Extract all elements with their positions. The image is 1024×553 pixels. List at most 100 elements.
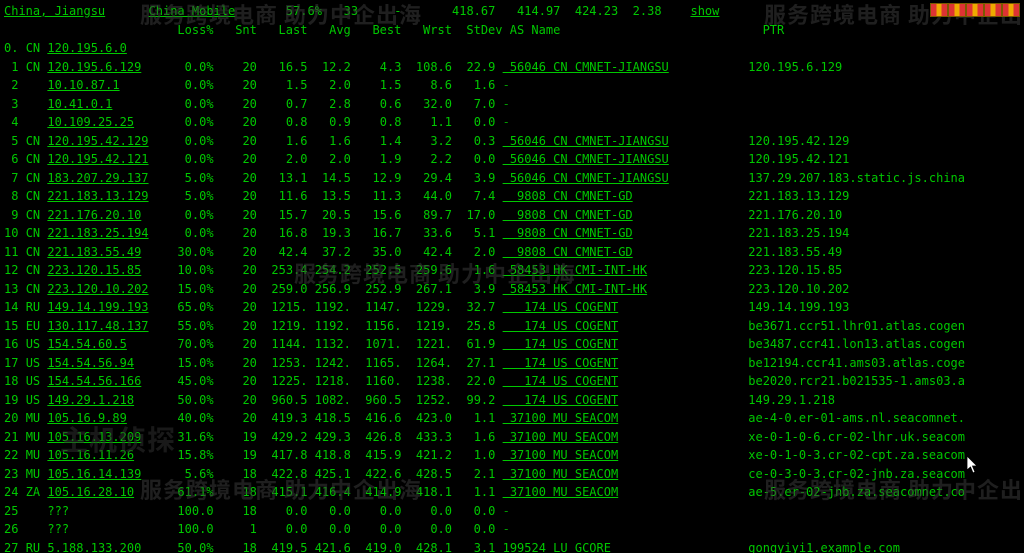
hop-snt: 20 xyxy=(214,337,257,351)
table-row: 17 US 154.54.56.94 15.0% 20 1253. 1242. … xyxy=(4,354,1020,373)
hop-country: MU xyxy=(26,467,48,481)
hop-country: CN xyxy=(26,60,48,74)
hop-country xyxy=(26,97,48,111)
hop-ptr: xe-0-1-0-3.cr-02-cpt.za.seacom xyxy=(748,448,965,462)
hop-stdev: 0.0 xyxy=(452,522,495,536)
hop-loss: 70.0% xyxy=(163,337,214,351)
hop-country: MU xyxy=(26,411,48,425)
hop-best: 1.5 xyxy=(351,78,402,92)
hop-avg: 2.0 xyxy=(308,152,351,166)
hop-loss: 15.0% xyxy=(163,282,214,296)
hop-number: 11 xyxy=(4,245,18,259)
hop-best: 414.9 xyxy=(351,485,402,499)
hop-avg: 429.3 xyxy=(308,430,351,444)
hop-loss: 15.8% xyxy=(163,448,214,462)
hop-ip: 120.195.42.129 xyxy=(47,134,148,148)
hop-snt: 20 xyxy=(214,189,257,203)
hop-loss: 0.0% xyxy=(163,208,214,222)
flag-icon xyxy=(966,3,984,17)
hop-number: 3 xyxy=(4,97,18,111)
hop-ptr: 149.29.1.218 xyxy=(748,393,835,407)
header-action-show[interactable]: show xyxy=(690,4,719,18)
hop-loss: 0.0% xyxy=(163,78,214,92)
hop-wrst: 44.0 xyxy=(401,189,452,203)
hop-last: 2.0 xyxy=(257,152,308,166)
hop-snt: 20 xyxy=(214,374,257,388)
hop-best: 16.7 xyxy=(351,226,402,240)
hop-stdev: 61.9 xyxy=(452,337,495,351)
hop-last: 11.6 xyxy=(257,189,308,203)
hop-loss: 40.0% xyxy=(163,411,214,425)
hop-as: - xyxy=(503,522,510,536)
hop-stdev: 1.0 xyxy=(452,448,495,462)
hop-last: 415.1 xyxy=(257,485,308,499)
flag-icon xyxy=(948,3,966,17)
hop-as: 56046 CN CMNET-JIANGSU xyxy=(503,171,669,185)
hop-ip: ??? xyxy=(47,504,163,518)
hop-snt: 20 xyxy=(214,97,257,111)
hop-ptr: 221.183.55.49 xyxy=(748,245,842,259)
table-row: 24 ZA 105.16.28.10 61.1% 18 415.1 416.4 … xyxy=(4,483,1020,502)
hop-stdev: 7.0 xyxy=(452,97,495,111)
hop-loss: 50.0% xyxy=(163,393,214,407)
header-ttl: 33 xyxy=(344,4,358,18)
hop-best: 35.0 xyxy=(351,245,402,259)
hop-country: CN xyxy=(26,226,48,240)
hop-number: 23 xyxy=(4,467,18,481)
hop-avg: 256.9 xyxy=(308,282,351,296)
hop-loss: 45.0% xyxy=(163,374,214,388)
hop-ip: 223.120.10.202 xyxy=(47,282,148,296)
hop-loss: 0.0% xyxy=(163,134,214,148)
hop-ip: 105.16.28.10 xyxy=(47,485,134,499)
table-row: 5 CN 120.195.42.129 0.0% 20 1.6 1.6 1.4 … xyxy=(4,132,1020,151)
hop-best: 960.5 xyxy=(351,393,402,407)
hop-snt: 18 xyxy=(214,485,257,499)
hop-ip: 154.54.56.94 xyxy=(47,356,134,370)
hop-ip: 149.29.1.218 xyxy=(47,393,134,407)
hop-wrst: 0.0 xyxy=(401,522,452,536)
hop-best xyxy=(351,41,402,55)
hop-wrst: 1229. xyxy=(401,300,452,314)
header-isp: China Mobile xyxy=(149,4,236,18)
hop-best: 0.0 xyxy=(351,504,402,518)
hop-loss: 100.0 xyxy=(163,522,214,536)
hop-as: 56046 CN CMNET-JIANGSU xyxy=(503,60,669,74)
hop-loss: 0.0% xyxy=(163,226,214,240)
hop-wrst: 1221. xyxy=(401,337,452,351)
hop-stdev: 99.2 xyxy=(452,393,495,407)
hop-snt: 20 xyxy=(214,208,257,222)
hop-wrst: 29.4 xyxy=(401,171,452,185)
hop-stdev: 25.8 xyxy=(452,319,495,333)
hop-wrst: 1238. xyxy=(401,374,452,388)
hop-ptr: ce-0-3-0-3.cr-02-jnb.za.seacom xyxy=(748,467,965,481)
hop-snt: 20 xyxy=(214,115,257,129)
hop-avg: 1132. xyxy=(308,337,351,351)
hop-loss: 5.6% xyxy=(163,467,214,481)
hop-best: 12.9 xyxy=(351,171,402,185)
hop-loss: 30.0% xyxy=(163,245,214,259)
hop-wrst: 259.6 xyxy=(401,263,452,277)
hop-ip: 154.54.60.5 xyxy=(47,337,126,351)
table-row: 16 US 154.54.60.5 70.0% 20 1144. 1132. 1… xyxy=(4,335,1020,354)
hop-ip: 10.41.0.1 xyxy=(47,97,112,111)
hop-best: 1.4 xyxy=(351,134,402,148)
hop-as: 174 US COGENT xyxy=(503,337,619,351)
table-row: 4 10.109.25.25 0.0% 20 0.8 0.9 0.8 1.1 0… xyxy=(4,113,1020,132)
hop-country: US xyxy=(26,393,48,407)
hop-number: 10 xyxy=(4,226,18,240)
table-row: 13 CN 223.120.10.202 15.0% 20 259.0 256.… xyxy=(4,280,1020,299)
flag-icon xyxy=(984,3,1002,17)
hop-wrst: 267.1 xyxy=(401,282,452,296)
hop-avg: 0.0 xyxy=(307,504,350,518)
hop-country: CN xyxy=(26,189,48,203)
hop-wrst: 1.1 xyxy=(401,115,452,129)
hop-wrst: 89.7 xyxy=(401,208,452,222)
hop-wrst: 423.0 xyxy=(401,411,452,425)
hop-avg: 2.0 xyxy=(308,78,351,92)
hop-as: - xyxy=(503,504,510,518)
hop-last xyxy=(257,41,308,55)
hop-number: 16 xyxy=(4,337,18,351)
hop-as: 56046 CN CMNET-JIANGSU xyxy=(503,134,669,148)
hop-ip: 149.14.199.193 xyxy=(47,300,148,314)
hop-best: 415.9 xyxy=(351,448,402,462)
